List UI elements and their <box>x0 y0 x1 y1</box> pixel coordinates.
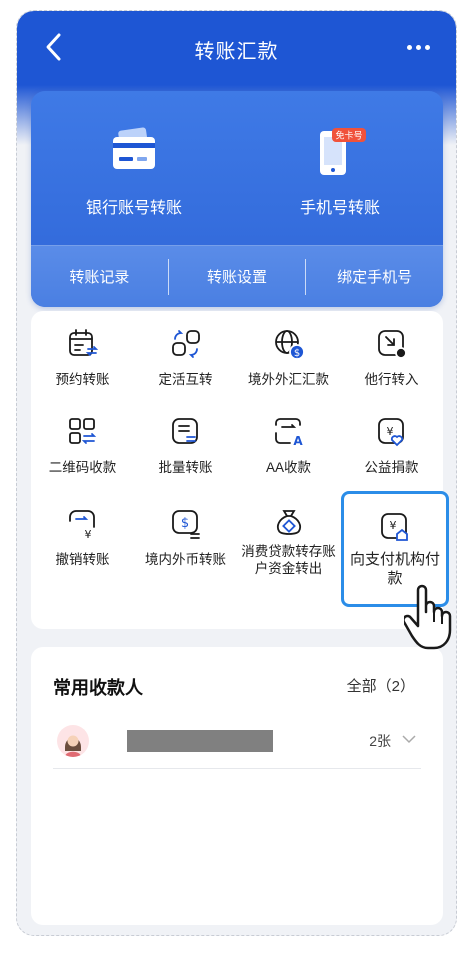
redacted-payee-name <box>127 730 273 752</box>
pay-institution-icon: ¥ <box>381 513 408 541</box>
bind-phone-link[interactable]: 绑定手机号 <box>306 266 443 287</box>
phone-frame: 转账汇款 银行账号转账 免卡号 手机号转账 转账记录 转账设置 绑定手机号 预约… <box>16 10 457 936</box>
grid-item-scheduled-transfer[interactable]: 预约转账 <box>31 315 134 405</box>
grid-item-label: 境外外汇汇款 <box>248 372 329 387</box>
phone-number-transfer-label: 手机号转账 <box>299 200 380 217</box>
grid-item-cancel-transfer[interactable]: ¥ 撤销转账 <box>31 495 134 585</box>
grid-item-qr-collect[interactable]: 二维码收款 <box>31 403 134 493</box>
payee-row[interactable]: 2张 <box>53 717 421 769</box>
foreign-currency-icon: $ <box>171 510 200 539</box>
charity-heart-icon: ¥ <box>377 418 404 447</box>
transfer-settings-link[interactable]: 转账设置 <box>169 266 306 287</box>
aa-collect-icon: A <box>274 418 303 448</box>
transfer-in-icon <box>377 330 407 359</box>
payees-title: 常用收款人 <box>53 678 143 698</box>
grid-item-charity-donation[interactable]: ¥ 公益捐款 <box>340 403 443 493</box>
bank-account-transfer-label: 银行账号转账 <box>85 200 182 217</box>
avatar <box>57 725 89 757</box>
loan-bag-icon <box>276 510 301 535</box>
grid-item-other-bank-transfer-in[interactable]: 他行转入 <box>340 315 443 405</box>
phone-number-transfer-button[interactable]: 免卡号 手机号转账 <box>237 91 443 245</box>
frequent-payees-card: 常用收款人 全部（2） 2张 <box>31 647 443 925</box>
mobile-phone-icon: 免卡号 <box>320 128 366 175</box>
grid-item-batch-transfer[interactable]: 批量转账 <box>134 403 237 493</box>
qr-code-icon <box>68 418 96 444</box>
grid-item-label: 撤销转账 <box>55 552 110 567</box>
batch-transfer-icon <box>171 418 198 444</box>
grid-item-label: 批量转账 <box>158 460 213 475</box>
grid-item-label: AA收款 <box>265 460 311 475</box>
card-count: 2张 <box>369 733 391 749</box>
grid-item-aa-collect[interactable]: A AA收款 <box>237 403 340 493</box>
svg-text:$: $ <box>180 516 188 531</box>
grid-item-label: 预约转账 <box>55 372 110 387</box>
hero-quick-links: 转账记录 转账设置 绑定手机号 <box>31 245 443 307</box>
grid-item-loan-transfer-out[interactable]: 消费贷款转存账户资金转出 <box>237 495 340 585</box>
hero-card: 银行账号转账 免卡号 手机号转账 转账记录 转账设置 绑定手机号 <box>31 91 443 307</box>
bank-account-transfer-button[interactable]: 银行账号转账 <box>31 91 237 245</box>
bank-card-icon <box>113 127 155 169</box>
deposit-switch-icon <box>171 330 200 358</box>
chevron-down-icon[interactable] <box>401 733 417 745</box>
grid-item-deposit-switch[interactable]: 定活互转 <box>134 315 237 405</box>
page-title: 转账汇款 <box>194 41 279 63</box>
more-menu-icon[interactable] <box>402 33 434 61</box>
grid-item-foreign-currency-transfer[interactable]: $ 境内外币转账 <box>134 495 237 585</box>
calendar-transfer-icon <box>68 329 98 356</box>
svg-text:¥: ¥ <box>390 519 397 532</box>
svg-text:$: $ <box>293 348 299 359</box>
grid-item-label: 二维码收款 <box>48 460 117 475</box>
grid-item-label: 境内外币转账 <box>145 552 226 567</box>
grid-item-label: 消费贷款转存账户资金转出 <box>241 544 336 576</box>
grid-item-overseas-remittance[interactable]: $ 境外外汇汇款 <box>237 315 340 405</box>
svg-text:A: A <box>293 434 303 448</box>
grid-item-label: 他行转入 <box>364 372 419 387</box>
no-card-badge: 免卡号 <box>335 130 362 142</box>
cancel-transfer-icon: ¥ <box>68 510 95 541</box>
transfer-records-link[interactable]: 转账记录 <box>31 266 168 287</box>
globe-dollar-icon: $ <box>274 330 305 360</box>
pointer-hand-icon <box>404 584 452 650</box>
grid-item-label: 公益捐款 <box>364 460 419 475</box>
grid-item-label: 定活互转 <box>158 372 213 387</box>
svg-text:¥: ¥ <box>84 528 91 541</box>
top-navbar: 转账汇款 <box>17 11 456 85</box>
all-payees-link[interactable]: 全部（2） <box>347 675 415 696</box>
